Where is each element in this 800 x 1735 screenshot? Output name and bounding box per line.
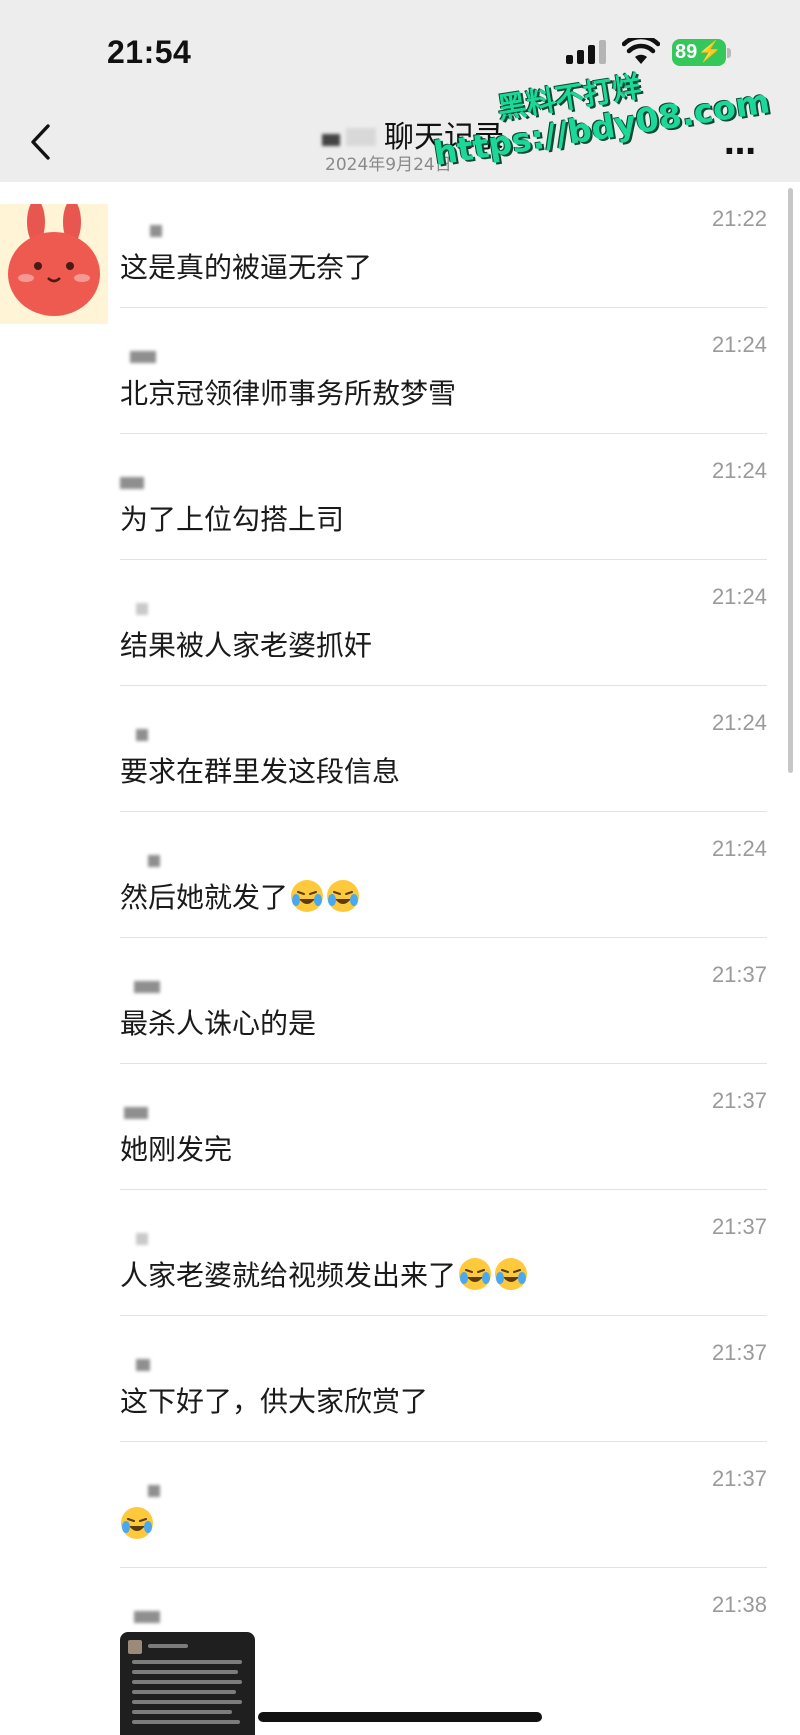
back-icon[interactable] (28, 122, 54, 162)
thumbnail-avatar (128, 1640, 142, 1654)
thumbnail-line (132, 1670, 238, 1674)
redacted-sender (120, 1104, 148, 1119)
redacted-name (346, 128, 376, 146)
message-time: 21:38 (711, 1592, 767, 1617)
chat-message[interactable]: 这是真的被逼无奈了 21:22 (0, 182, 800, 308)
thumbnail-line (132, 1700, 242, 1704)
laughing-crying-emoji-icon (327, 880, 360, 912)
page-subtitle: 2024年9月24日 (325, 155, 452, 175)
redacted-sender (120, 222, 162, 237)
redacted-sender (120, 348, 156, 363)
redacted-sender (120, 726, 148, 741)
thumbnail-line (132, 1720, 240, 1724)
message-text: 北京冠领律师事务所敖梦雪 (120, 377, 457, 410)
laughing-crying-emoji-icon (121, 1507, 153, 1539)
thumbnail-line (132, 1680, 242, 1684)
message-time: 21:24 (711, 710, 767, 735)
laughing-crying-emoji-icon (495, 1258, 528, 1290)
message-time: 21:37 (711, 962, 767, 987)
thumbnail-line (132, 1660, 242, 1664)
chat-message[interactable]: 为了上位勾搭上司 21:24 (0, 434, 800, 560)
redacted-name (322, 134, 340, 146)
redacted-sender (120, 600, 148, 615)
message-time: 21:24 (711, 584, 767, 609)
message-time: 21:24 (711, 836, 767, 861)
message-text: 要求在群里发这段信息 (120, 755, 401, 788)
redacted-sender (120, 1356, 150, 1371)
message-time: 21:24 (711, 332, 767, 357)
thumbnail-line (148, 1644, 188, 1648)
message-time: 21:37 (711, 1466, 767, 1491)
message-time: 21:22 (711, 206, 767, 231)
chat-message[interactable]: 结果被人家老婆抓奸 21:24 (0, 560, 800, 686)
chat-message[interactable]: 人家老婆就给视频发出来了 21:37 (0, 1190, 800, 1316)
message-time: 21:37 (711, 1088, 767, 1113)
chat-message[interactable]: 她刚发完 21:37 (0, 1064, 800, 1190)
status-time: 21:54 (107, 34, 192, 70)
redacted-sender (120, 1230, 148, 1245)
image-thumbnail[interactable] (120, 1632, 255, 1735)
thumbnail-line (132, 1710, 232, 1714)
chat-record-list[interactable]: 这是真的被逼无奈了 21:22 北京冠领律师事务所敖梦雪 21:24 为了上位勾… (0, 182, 800, 1735)
laughing-crying-emoji-icon (291, 880, 324, 912)
thumbnail-line (132, 1690, 236, 1694)
redacted-sender (120, 1608, 160, 1623)
home-indicator[interactable] (258, 1712, 542, 1722)
message-time: 21:24 (711, 458, 767, 483)
laughing-crying-emoji-icon (459, 1258, 492, 1290)
chat-message[interactable]: 最杀人诛心的是 21:37 (0, 938, 800, 1064)
chat-message[interactable]: 21:37 (0, 1442, 800, 1568)
message-text: 她刚发完 (120, 1133, 233, 1166)
message-time: 21:37 (711, 1214, 767, 1239)
message-text: 最杀人诛心的是 (120, 1007, 317, 1040)
chat-message[interactable]: 然后她就发了 21:24 (0, 812, 800, 938)
chat-message[interactable]: 这下好了，供大家欣赏了 21:37 (0, 1316, 800, 1442)
chat-message[interactable]: 要求在群里发这段信息 21:24 (0, 686, 800, 812)
message-text: 结果被人家老婆抓奸 (120, 629, 373, 662)
message-text: 然后她就发了 (120, 876, 360, 916)
signal-icon (566, 40, 606, 64)
message-time: 21:37 (711, 1340, 767, 1365)
redacted-sender (120, 1482, 160, 1497)
more-icon[interactable]: … (724, 127, 757, 159)
message-text: 这下好了，供大家欣赏了 (120, 1385, 429, 1418)
message-text: 为了上位勾搭上司 (120, 503, 345, 536)
chat-message[interactable]: 北京冠领律师事务所敖梦雪 21:24 (0, 308, 800, 434)
redacted-sender (120, 474, 144, 489)
message-text (120, 1506, 154, 1541)
redacted-sender (120, 852, 160, 867)
message-text: 这是真的被逼无奈了 (120, 251, 373, 284)
message-text: 人家老婆就给视频发出来了 (120, 1254, 528, 1294)
redacted-sender (120, 978, 160, 993)
